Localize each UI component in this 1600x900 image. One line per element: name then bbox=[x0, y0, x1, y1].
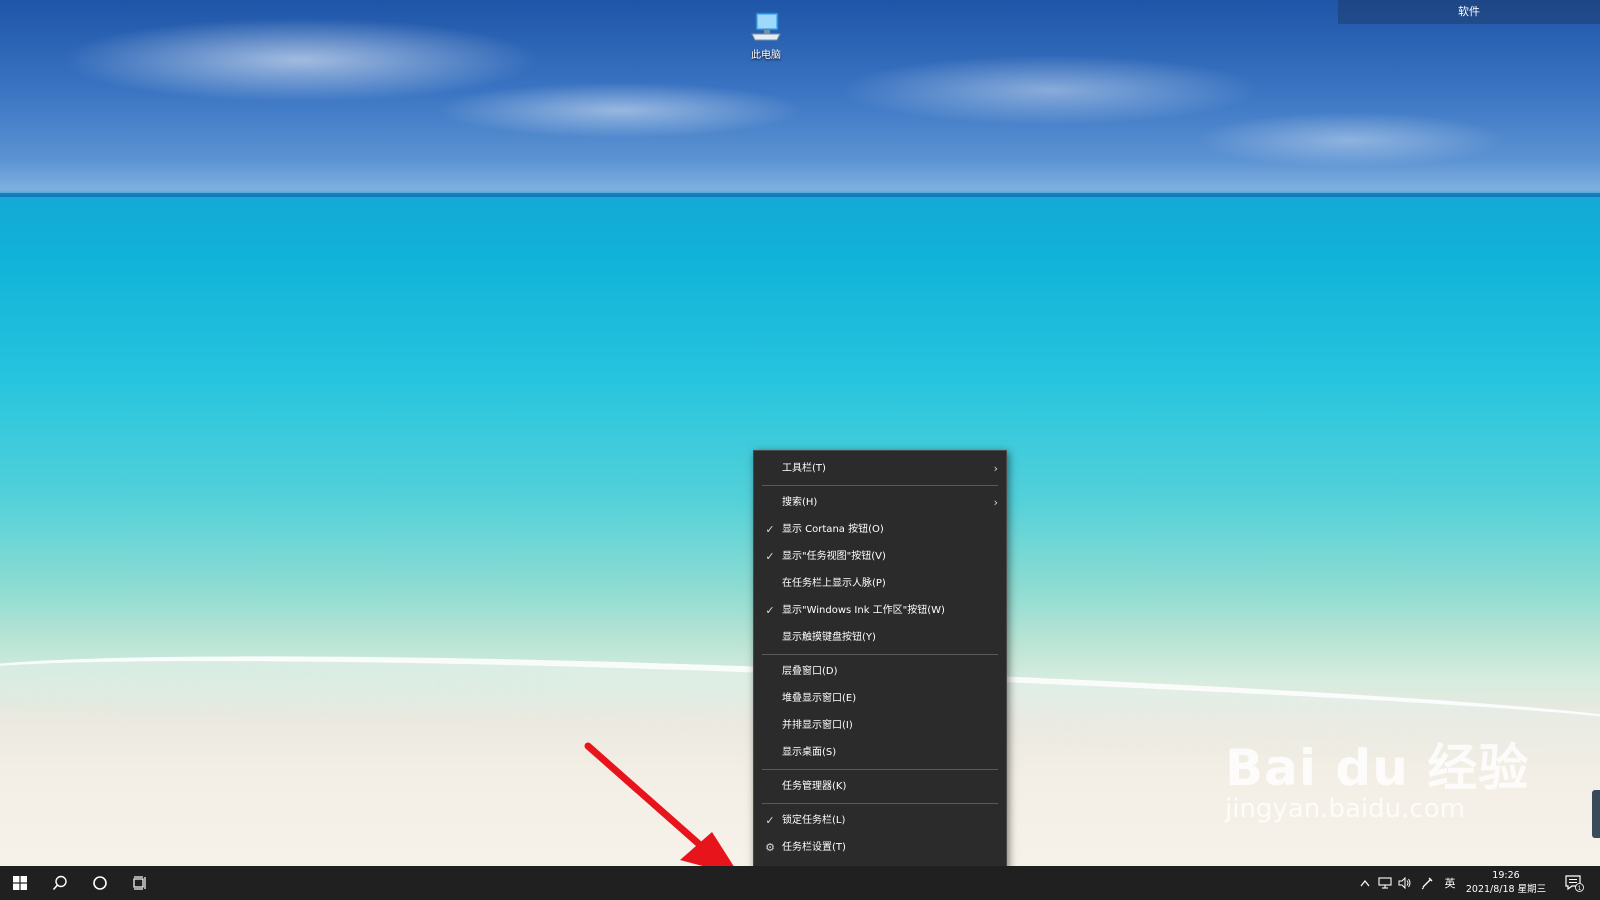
menu-item[interactable]: ✓ 锁定任务栏(L) bbox=[754, 807, 1006, 834]
menu-separator bbox=[762, 803, 998, 804]
menu-item[interactable]: 搜索(H) › bbox=[754, 489, 1006, 516]
menu-item-label: 层叠窗口(D) bbox=[782, 666, 838, 677]
search-icon bbox=[52, 875, 67, 891]
network-icon bbox=[1378, 877, 1392, 889]
menu-item-label: 任务栏设置(T) bbox=[782, 842, 846, 853]
task-view-icon bbox=[133, 876, 146, 890]
action-center-button[interactable]: 1 bbox=[1556, 866, 1592, 900]
red-arrow-annotation bbox=[584, 742, 740, 876]
menu-item-label: 锁定任务栏(L) bbox=[782, 815, 846, 826]
menu-item[interactable]: 在任务栏上显示人脉(P) bbox=[754, 570, 1006, 597]
clock-date: 2021/8/18 星期三 bbox=[1465, 884, 1547, 895]
chevron-up-icon bbox=[1360, 880, 1370, 887]
pen-icon bbox=[1421, 877, 1433, 890]
watermark-main: Bai du 经验 bbox=[1225, 739, 1530, 797]
menu-separator bbox=[762, 485, 998, 486]
network-button[interactable] bbox=[1376, 866, 1394, 900]
menu-item-label: 显示桌面(S) bbox=[782, 747, 837, 758]
menu-item-label: 工具栏(T) bbox=[782, 463, 826, 474]
menu-item-label: 显示"Windows Ink 工作区"按钮(W) bbox=[782, 605, 945, 616]
menu-item-label: 堆叠显示窗口(E) bbox=[782, 693, 857, 704]
menu-item-label: 搜索(H) bbox=[782, 497, 818, 508]
menu-separator bbox=[762, 654, 998, 655]
chevron-right-icon: › bbox=[993, 496, 998, 509]
menu-item[interactable]: ✓ 显示"Windows Ink 工作区"按钮(W) bbox=[754, 597, 1006, 624]
menu-item-label: 任务管理器(K) bbox=[782, 781, 847, 792]
start-button[interactable] bbox=[0, 866, 40, 900]
menu-item-label: 显示"任务视图"按钮(V) bbox=[782, 551, 886, 562]
menu-item[interactable]: 堆叠显示窗口(E) bbox=[754, 685, 1006, 712]
task-view-button[interactable] bbox=[120, 866, 160, 900]
menu-item[interactable]: ✓ 显示"任务视图"按钮(V) bbox=[754, 543, 1006, 570]
gear-icon: ⚙ bbox=[765, 841, 775, 854]
horizon-line bbox=[0, 193, 1600, 197]
menu-item[interactable]: 并排显示窗口(I) bbox=[754, 712, 1006, 739]
menu-item-label: 显示触摸键盘按钮(Y) bbox=[782, 632, 876, 643]
checkmark-icon: ✓ bbox=[765, 523, 775, 536]
baidu-watermark: Bai du 经验 jingyan.baidu.com bbox=[1225, 728, 1529, 824]
volume-icon bbox=[1398, 877, 1411, 889]
desktop-icon-label: 此电脑 bbox=[751, 50, 781, 61]
menu-item[interactable]: 任务管理器(K) bbox=[754, 773, 1006, 800]
taskbar-context-menu: 工具栏(T) › 搜索(H) › ✓ 显示 Cortana 按钮(O) ✓ 显示"任务视图"按… bbox=[753, 450, 1007, 878]
menu-item-label: 在任务栏上显示人脉(P) bbox=[782, 578, 886, 589]
search-button[interactable] bbox=[40, 866, 80, 900]
cortana-icon bbox=[93, 876, 107, 890]
corner-label: 软件 bbox=[1338, 0, 1600, 24]
checkmark-icon: ✓ bbox=[765, 550, 775, 563]
menu-item-label: 并排显示窗口(I) bbox=[782, 720, 853, 731]
desktop-icon-this-pc[interactable]: 此电脑 bbox=[738, 10, 794, 61]
menu-item[interactable]: 工具栏(T) › bbox=[754, 455, 1006, 482]
menu-separator bbox=[762, 769, 998, 770]
checkmark-icon: ✓ bbox=[765, 814, 775, 827]
side-handle[interactable] bbox=[1592, 790, 1600, 838]
menu-item[interactable]: 层叠窗口(D) bbox=[754, 658, 1006, 685]
chevron-right-icon: › bbox=[993, 462, 998, 475]
windows-logo-icon bbox=[13, 876, 27, 890]
menu-item[interactable]: 显示桌面(S) bbox=[754, 739, 1006, 766]
computer-icon bbox=[751, 12, 781, 41]
ime-indicator[interactable]: 英 bbox=[1440, 866, 1460, 900]
cortana-button[interactable] bbox=[80, 866, 120, 900]
menu-item[interactable]: 显示触摸键盘按钮(Y) bbox=[754, 624, 1006, 651]
menu-item[interactable]: ✓ 显示 Cortana 按钮(O) bbox=[754, 516, 1006, 543]
windows-ink-button[interactable] bbox=[1418, 866, 1436, 900]
notification-icon: 1 bbox=[1565, 875, 1584, 892]
menu-item-label: 显示 Cortana 按钮(O) bbox=[782, 524, 884, 535]
show-hidden-icons-button[interactable] bbox=[1356, 866, 1374, 900]
checkmark-icon: ✓ bbox=[765, 604, 775, 617]
volume-button[interactable] bbox=[1396, 866, 1414, 900]
clock[interactable]: 19:26 2021/8/18 星期三 bbox=[1460, 869, 1552, 897]
menu-item[interactable]: ⚙ 任务栏设置(T) bbox=[754, 834, 1006, 861]
clock-time: 19:26 bbox=[1492, 870, 1520, 881]
taskbar: 英 19:26 2021/8/18 星期三 1 bbox=[0, 866, 1600, 900]
